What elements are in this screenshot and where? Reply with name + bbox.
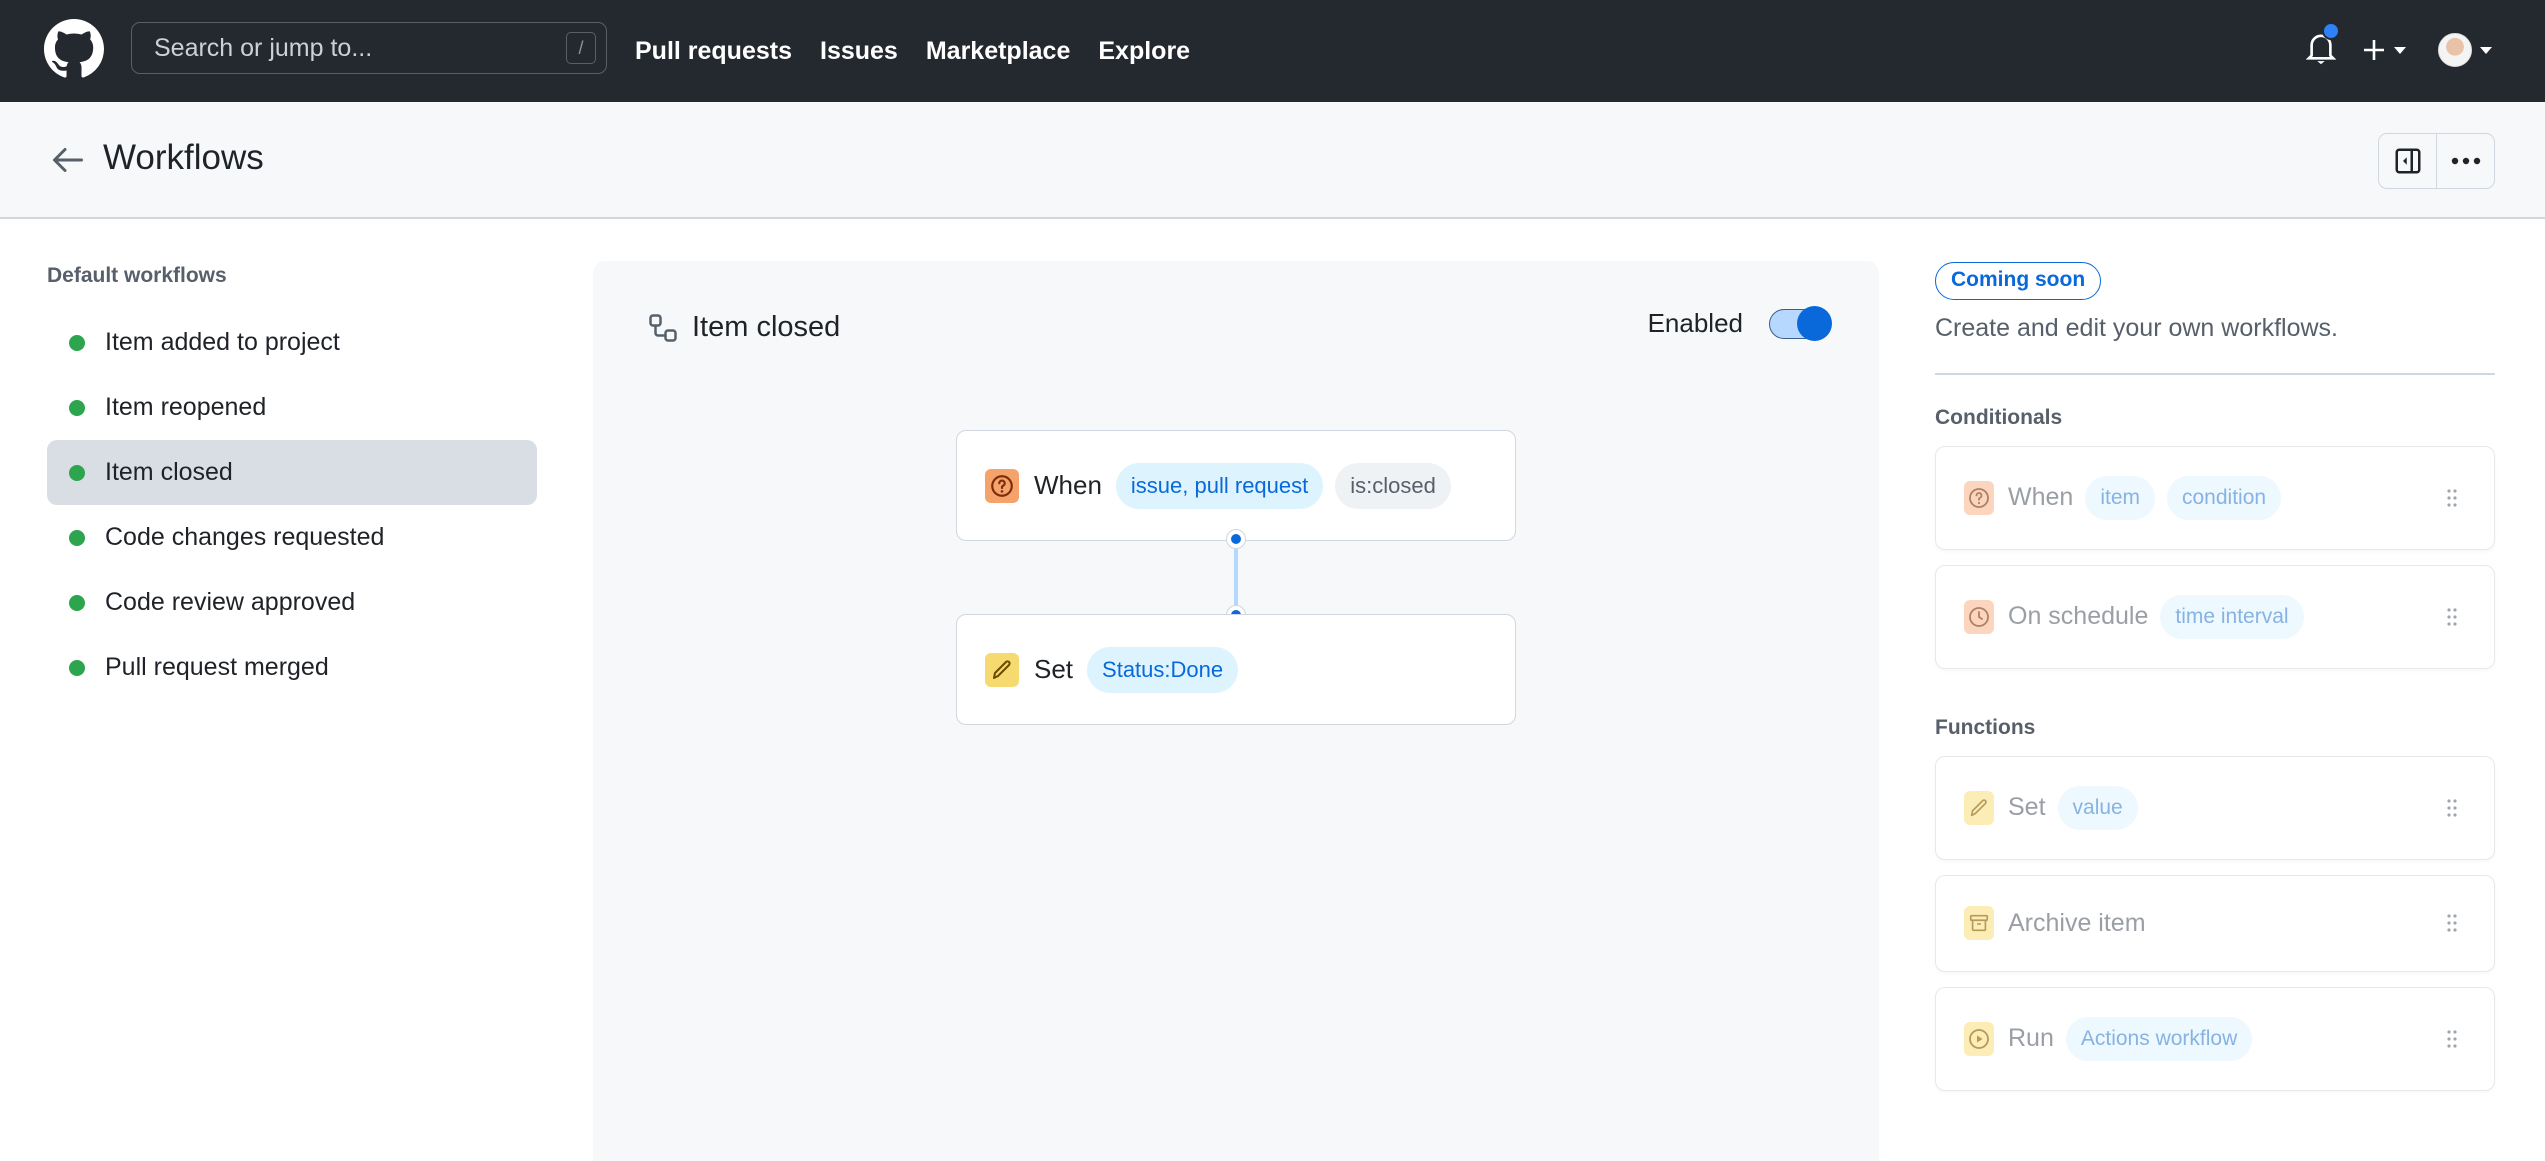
nav-pull-requests[interactable]: Pull requests xyxy=(635,37,792,66)
sidebar-item-code-changes-requested[interactable]: Code changes requested xyxy=(47,505,537,570)
sidebar-item-item-reopened[interactable]: Item reopened xyxy=(47,375,537,440)
sidebar-item-label: Code review approved xyxy=(105,588,356,616)
pencil-icon xyxy=(985,652,1019,687)
builder-description: Create and edit your own workflows. xyxy=(1935,314,2338,342)
global-nav: Pull requests Issues Marketplace Explore xyxy=(635,0,1190,102)
kebab-horizontal-icon xyxy=(2451,157,2480,165)
status-dot xyxy=(69,399,85,416)
card-token: value xyxy=(2057,785,2138,830)
avatar xyxy=(2438,33,2472,67)
card-token: item xyxy=(2085,475,2155,520)
trigger-label: When xyxy=(1034,470,1102,500)
sidebar-item-item-added[interactable]: Item added to project xyxy=(47,310,537,375)
sidebar-item-label: Item closed xyxy=(105,458,233,486)
user-menu[interactable] xyxy=(2438,30,2508,70)
archive-icon xyxy=(1964,906,1994,940)
card-token: Actions workflow xyxy=(2065,1016,2253,1061)
action-value-token[interactable]: Status:Done xyxy=(1087,646,1239,693)
action-node[interactable]: Set Status:Done xyxy=(956,614,1516,725)
workflows-sidebar: Default workflows Item added to project … xyxy=(47,264,537,700)
sidebar-item-pull-request-merged[interactable]: Pull request merged xyxy=(47,635,537,700)
coming-soon-badge: Coming soon xyxy=(1935,262,2102,300)
enabled-label: Enabled xyxy=(1647,308,1743,338)
divider xyxy=(1935,373,2495,375)
card-label: Archive item xyxy=(2008,908,2146,937)
sidebar-item-label: Code changes requested xyxy=(105,523,385,551)
pencil-icon xyxy=(1964,790,1994,825)
drag-handle-icon[interactable] xyxy=(2446,798,2458,818)
status-dot xyxy=(69,529,85,546)
toggle-knob xyxy=(1797,305,1832,341)
conditionals-heading: Conditionals xyxy=(1935,405,2063,429)
function-card-archive-item[interactable]: Archive item xyxy=(1935,874,2495,972)
status-dot xyxy=(69,659,85,676)
plus-icon xyxy=(2364,40,2384,60)
back-arrow-icon[interactable] xyxy=(48,142,88,178)
search-shortcut-hint: / xyxy=(566,32,596,64)
nav-marketplace[interactable]: Marketplace xyxy=(926,37,1071,66)
sidebar-item-label: Pull request merged xyxy=(105,653,329,681)
function-card-set[interactable]: Set value xyxy=(1935,755,2495,860)
question-icon xyxy=(985,468,1019,503)
conditional-card-when[interactable]: When item condition xyxy=(1935,445,2495,550)
more-options-button[interactable] xyxy=(2436,134,2494,188)
status-dot xyxy=(69,334,85,351)
chevron-down-icon xyxy=(2394,46,2406,54)
toggle-sidebar-button[interactable] xyxy=(2379,134,2436,188)
workflow-icon xyxy=(649,313,677,342)
functions-heading: Functions xyxy=(1935,715,2036,739)
create-new-dropdown[interactable] xyxy=(2362,30,2422,70)
card-token: time interval xyxy=(2160,594,2304,639)
status-dot xyxy=(69,594,85,611)
sidebar-item-label: Item added to project xyxy=(105,328,340,356)
card-label: When xyxy=(2008,483,2074,511)
page-actions xyxy=(2378,133,2495,189)
card-label: On schedule xyxy=(2008,602,2149,630)
card-token: condition xyxy=(2167,475,2282,520)
search-box[interactable]: / xyxy=(131,22,607,74)
play-icon xyxy=(1964,1021,1994,1056)
sidebar-item-item-closed[interactable]: Item closed xyxy=(47,440,537,505)
drag-handle-icon[interactable] xyxy=(2446,913,2458,933)
sidebar-heading: Default workflows xyxy=(47,264,227,287)
chevron-down-icon xyxy=(2480,46,2492,54)
drag-handle-icon[interactable] xyxy=(2446,1029,2458,1049)
drag-handle-icon[interactable] xyxy=(2446,607,2458,627)
trigger-condition-token[interactable]: is:closed xyxy=(1335,462,1451,509)
drag-handle-icon[interactable] xyxy=(2446,488,2458,508)
workflow-canvas: Item closed Enabled When issue, pull req… xyxy=(593,261,1879,1161)
conditional-card-on-schedule[interactable]: On schedule time interval xyxy=(1935,564,2495,669)
search-input[interactable] xyxy=(154,33,534,63)
action-label: Set xyxy=(1034,654,1074,684)
sidebar-collapse-icon xyxy=(2395,148,2420,174)
sidebar-item-label: Item reopened xyxy=(105,393,267,421)
trigger-node[interactable]: When issue, pull request is:closed xyxy=(956,430,1516,541)
output-port[interactable] xyxy=(1226,529,1246,549)
notification-indicator xyxy=(2322,22,2340,40)
github-logo-icon[interactable] xyxy=(44,19,104,79)
status-dot xyxy=(69,464,85,481)
question-icon xyxy=(1964,480,1994,515)
global-header: / Pull requests Issues Marketplace Explo… xyxy=(0,0,2545,102)
trigger-type-token[interactable]: issue, pull request xyxy=(1115,462,1324,509)
enabled-toggle[interactable] xyxy=(1769,305,1832,341)
clock-icon xyxy=(1964,599,1994,634)
nav-issues[interactable]: Issues xyxy=(820,37,898,66)
builder-panel: Coming soon Create and edit your own wor… xyxy=(1935,262,2495,1091)
nav-explore[interactable]: Explore xyxy=(1098,37,1190,66)
page-header: Workflows xyxy=(0,102,2545,219)
sidebar-item-code-review-approved[interactable]: Code review approved xyxy=(47,570,537,635)
page-title: Workflows xyxy=(103,138,264,177)
card-label: Set xyxy=(2008,793,2046,821)
workflow-title: Item closed xyxy=(648,311,840,344)
card-label: Run xyxy=(2008,1024,2054,1052)
function-card-run[interactable]: Run Actions workflow xyxy=(1935,986,2495,1091)
enabled-control: Enabled xyxy=(1647,305,1832,341)
workflow-title-text: Item closed xyxy=(692,311,841,343)
